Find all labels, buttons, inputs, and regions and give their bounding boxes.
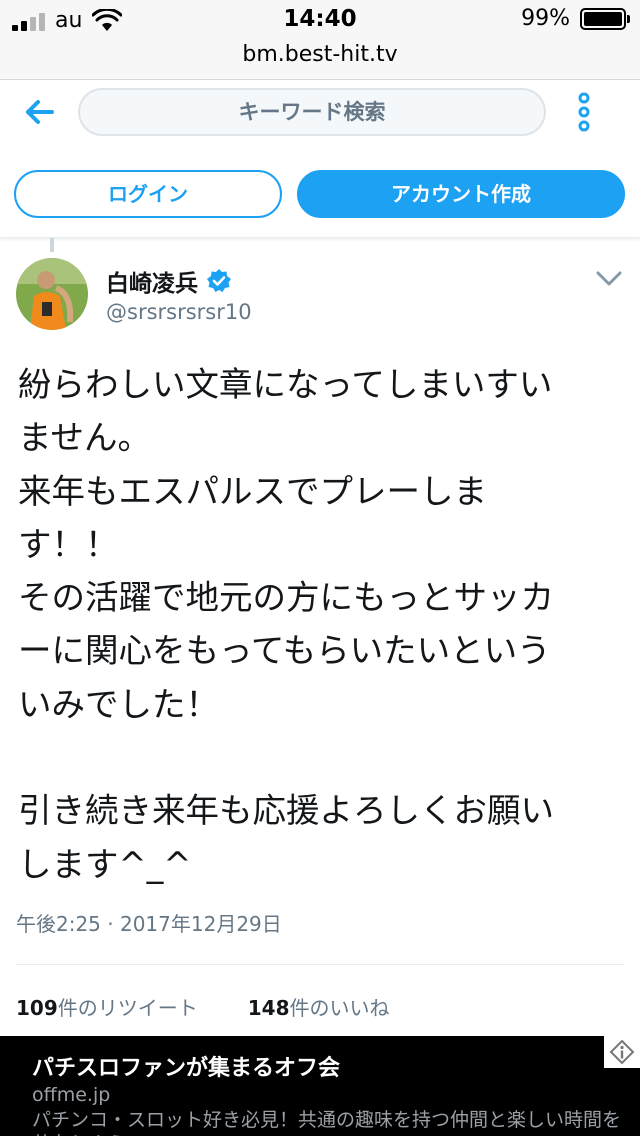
status-bar: au 14:40 99% bbox=[0, 0, 640, 40]
thread-connector bbox=[50, 238, 54, 252]
ad-title: パチスロファンが集まるオフ会 bbox=[32, 1056, 341, 1081]
tweet-text: 紛らわしい文章になってしまいすい ません。 来年もエスパルスでプレーしま す！！… bbox=[18, 358, 618, 891]
chevron-down-icon[interactable] bbox=[596, 270, 622, 288]
like-label: 件のいいね bbox=[289, 996, 390, 1020]
tweet-text-line: いみでした！ bbox=[18, 684, 219, 724]
avatar[interactable] bbox=[16, 258, 88, 330]
url-domain: bm.best-hit.tv bbox=[242, 42, 398, 67]
like-stat[interactable]: 148件のいいね bbox=[248, 992, 390, 1021]
status-right: 99% bbox=[521, 6, 630, 31]
auth-bar: ログイン アカウント作成 bbox=[0, 152, 640, 238]
ad-info-icon[interactable] bbox=[604, 1036, 640, 1068]
tweet-text-line: します^_^ bbox=[18, 844, 192, 884]
retweet-label: 件のリツイート bbox=[57, 996, 198, 1020]
arrow-left-icon[interactable] bbox=[22, 94, 58, 130]
like-count: 148 bbox=[247, 996, 290, 1020]
retweet-count: 109 bbox=[16, 996, 58, 1020]
tweet-text-line: ーに関心をもってもらいたいという bbox=[18, 631, 551, 671]
author-row: 白崎凌兵 bbox=[106, 264, 232, 298]
signup-button[interactable]: アカウント作成 bbox=[297, 170, 625, 218]
search-input[interactable]: キーワード検索 bbox=[78, 88, 546, 136]
battery-fill bbox=[584, 11, 622, 26]
tweet-text-line: す！！ bbox=[18, 524, 119, 564]
author-handle[interactable]: @srsrsrsrsr10 bbox=[106, 300, 252, 324]
more-vertical-icon[interactable] bbox=[574, 92, 594, 132]
info-icon bbox=[609, 1039, 635, 1065]
ad-banner[interactable]: パチスロファンが集まるオフ会 offme.jp パチンコ・スロット好き必見！共通… bbox=[0, 1036, 640, 1136]
login-button[interactable]: ログイン bbox=[14, 170, 282, 218]
tweet-text-line: 来年もエスパルスでプレーしま bbox=[18, 471, 487, 511]
avatar-image bbox=[16, 258, 88, 330]
author-name[interactable]: 白崎凌兵 bbox=[106, 264, 198, 298]
tweet-text-line: 引き続き来年も応援よろしくお願い bbox=[18, 791, 554, 831]
tweet-stats: 109件のリツイート 148件のいいね bbox=[16, 992, 390, 1021]
battery-percent: 99% bbox=[521, 6, 570, 31]
url-bar[interactable]: bm.best-hit.tv bbox=[0, 40, 640, 80]
retweet-stat[interactable]: 109件のリツイート bbox=[16, 992, 198, 1021]
search-placeholder: キーワード検索 bbox=[238, 100, 386, 124]
ad-domain: offme.jp bbox=[32, 1084, 111, 1106]
verified-badge-icon bbox=[207, 269, 231, 292]
tweet-text-line: ません。 bbox=[18, 418, 151, 458]
tweet-timestamp[interactable]: 午後2:25 · 2017年12月29日 bbox=[16, 908, 282, 937]
app-header: キーワード検索 bbox=[0, 80, 640, 152]
ad-description: パチンコ・スロット好き必見！共通の趣味を持つ仲間と楽しい時間を共有しよう bbox=[32, 1109, 622, 1136]
tweet-text-line: その活躍で地元の方にもっとサッカ bbox=[18, 578, 554, 618]
divider bbox=[16, 964, 624, 965]
battery-icon bbox=[580, 7, 630, 30]
tweet-text-line: 紛らわしい文章になってしまいすい bbox=[18, 365, 553, 404]
tweet-text-line bbox=[18, 731, 618, 784]
